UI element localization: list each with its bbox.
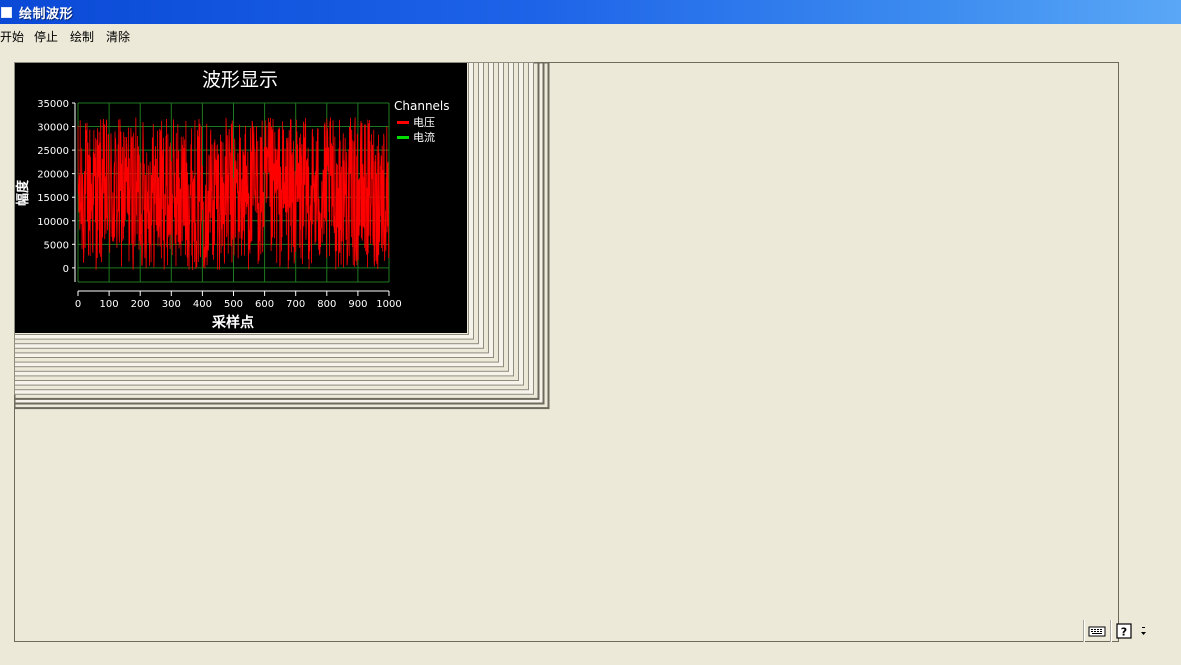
legend-swatch-current [397, 136, 409, 139]
status-separator [1083, 620, 1084, 642]
legend-label-current: 电流 [413, 130, 435, 144]
y-tick-label: 10000 [37, 217, 69, 228]
x-tick-label: 500 [224, 299, 243, 310]
x-tick-label: 0 [75, 299, 81, 310]
legend-title: Channels [394, 99, 450, 113]
x-tick-label: 300 [162, 299, 181, 310]
y-tick-label: 15000 [37, 193, 69, 204]
status-separator [1110, 620, 1111, 642]
x-tick-label: 900 [348, 299, 367, 310]
x-tick-label: 100 [100, 299, 119, 310]
x-tick-label: 200 [131, 299, 150, 310]
y-axis-label: 幅度 [15, 179, 31, 206]
y-tick-label: 30000 [37, 123, 69, 134]
menu-item-clear[interactable]: 清除 [106, 28, 130, 45]
y-tick-label: 25000 [37, 146, 69, 157]
chart-svg: 波形显示 05000100001500020000250003000035000… [15, 69, 450, 331]
x-tick-label: 400 [193, 299, 212, 310]
window-app-icon[interactable] [1, 7, 12, 18]
application-window: 绘制波形 开始 停止 绘制 清除 波形显示 0 5000 10000 15000 200… [0, 0, 1181, 665]
y-tick-label: 20000 [37, 170, 69, 181]
y-tick-label: 5000 [44, 240, 69, 251]
legend-swatch-voltage [397, 121, 409, 124]
x-tick-label: 600 [255, 299, 274, 310]
keyboard-icon[interactable] [1086, 620, 1108, 642]
x-tick-label: 800 [317, 299, 336, 310]
chart-title: 波形显示 [202, 69, 278, 91]
legend-label-voltage: 电压 [413, 116, 435, 129]
x-tick-label: 1000 [376, 299, 401, 310]
window-title: 绘制波形 [19, 7, 74, 22]
menu-item-stop[interactable]: 停止 [34, 28, 58, 45]
svg-text:?: ? [1121, 626, 1127, 639]
menu-item-start[interactable]: 开始 [0, 28, 24, 45]
menu-item-draw[interactable]: 绘制 [70, 28, 94, 45]
help-icon[interactable]: ? [1113, 620, 1135, 642]
overflow-chevron-icon[interactable] [1137, 620, 1151, 642]
menu-bar: 开始 停止 绘制 清除 [0, 24, 1181, 46]
title-bar[interactable]: 绘制波形 [0, 0, 1181, 24]
y-tick-label: 0 [63, 264, 69, 275]
chart-legend: Channels 电压 电流 [394, 99, 450, 144]
x-tick-label: 700 [286, 299, 305, 310]
x-axis-label: 采样点 [211, 314, 254, 331]
waveform-chart: 波形显示 0 5000 10000 15000 20000 25000 30000 35000… [15, 63, 467, 333]
y-tick-label: 35000 [37, 99, 69, 110]
